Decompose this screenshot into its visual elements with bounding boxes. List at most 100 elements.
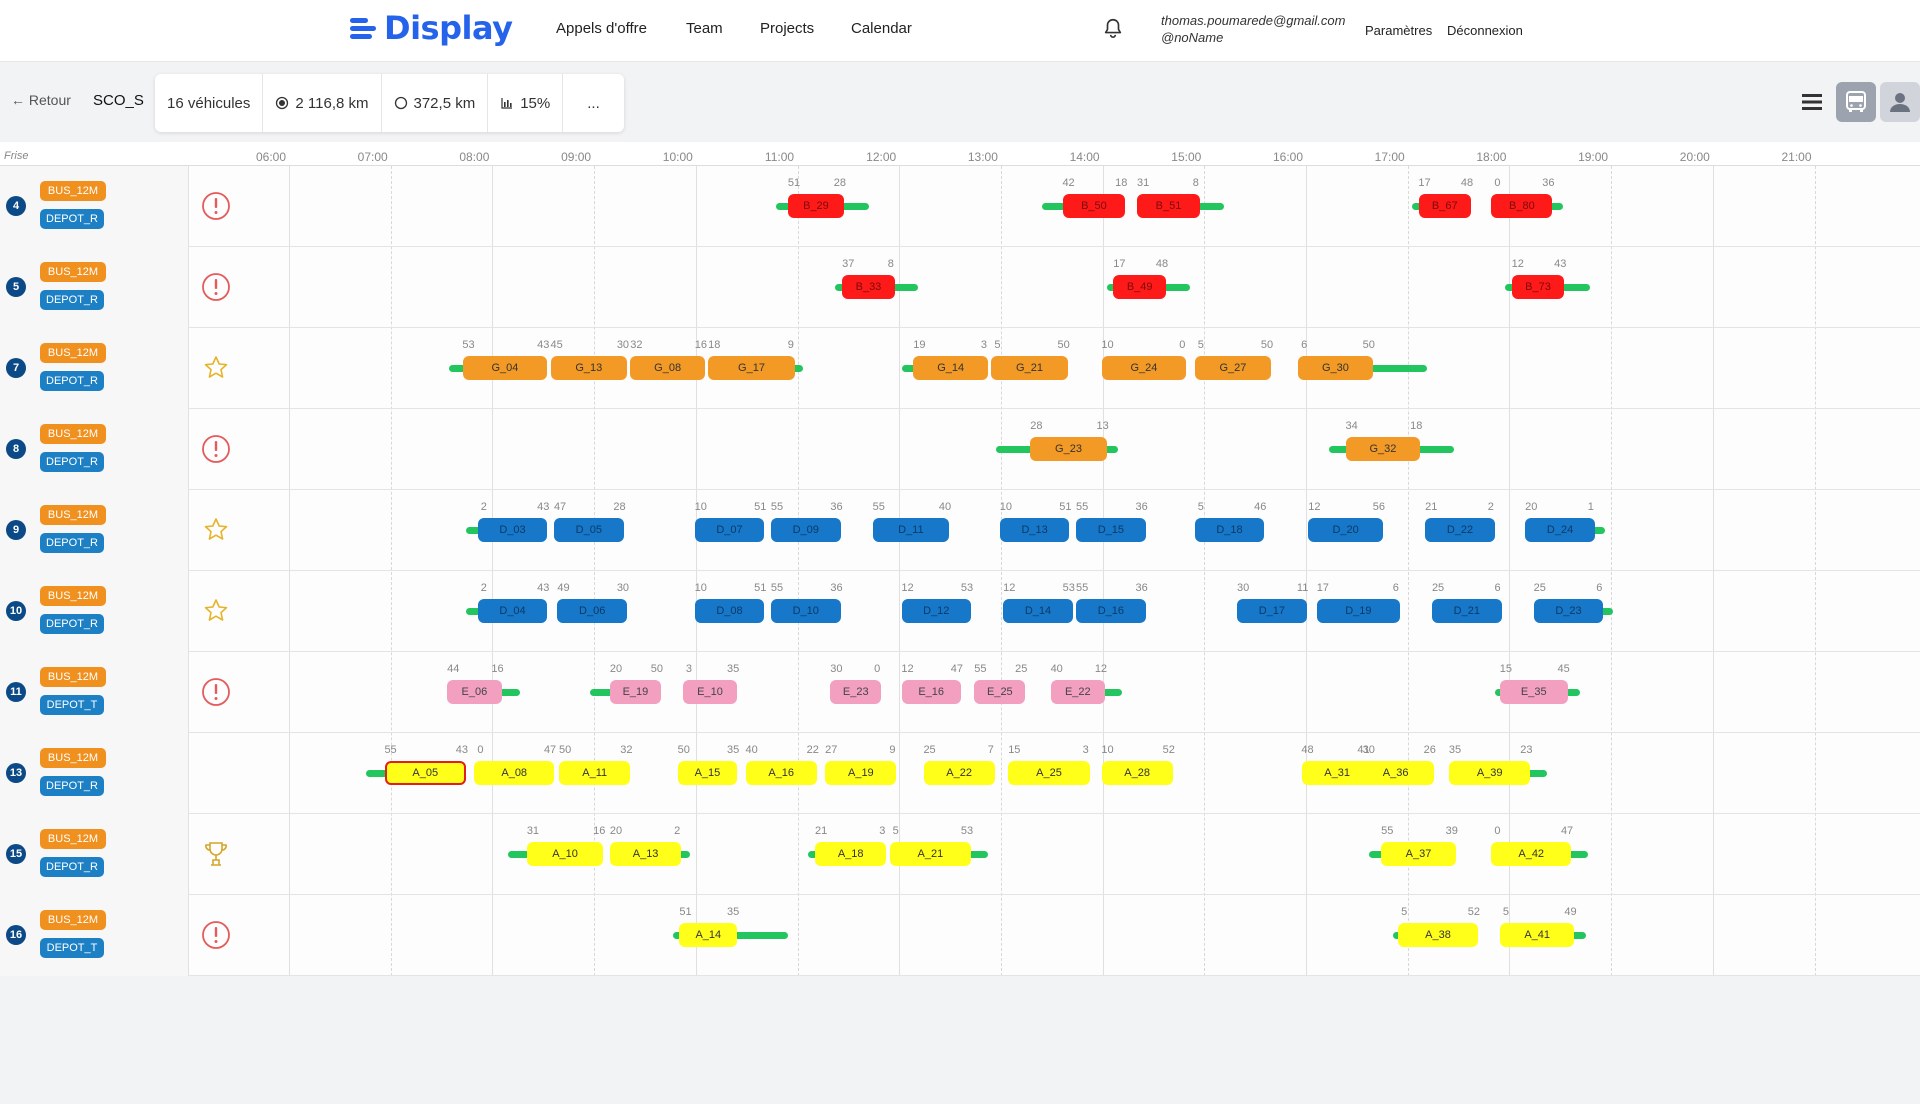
trip-block[interactable]: D_22 bbox=[1425, 518, 1495, 542]
trip-block[interactable]: D_15 bbox=[1076, 518, 1146, 542]
trip-block[interactable]: A_25 bbox=[1008, 761, 1090, 785]
trip-block[interactable]: D_12 bbox=[901, 599, 972, 623]
trip-block[interactable]: A_05 bbox=[384, 761, 466, 785]
logout-link[interactable]: Déconnexion bbox=[1447, 23, 1523, 38]
depot-badge[interactable]: DEPOT_R bbox=[40, 857, 104, 877]
bus-type-badge[interactable]: BUS_12M bbox=[40, 262, 106, 282]
trip-block[interactable]: D_03 bbox=[477, 518, 548, 542]
trip-block[interactable]: D_06 bbox=[557, 599, 627, 623]
trip-block[interactable]: B_80 bbox=[1491, 194, 1553, 218]
trip-block[interactable]: A_39 bbox=[1449, 761, 1531, 785]
trip-block[interactable]: A_37 bbox=[1381, 842, 1456, 866]
bell-icon[interactable] bbox=[1102, 17, 1124, 39]
trip-block[interactable]: D_09 bbox=[771, 518, 841, 542]
trip-block[interactable]: D_11 bbox=[872, 518, 949, 542]
trip-block[interactable]: D_21 bbox=[1432, 599, 1502, 623]
depot-badge[interactable]: DEPOT_R bbox=[40, 371, 104, 391]
trip-block[interactable]: E_22 bbox=[1050, 680, 1105, 704]
nav-link-appels-doffre[interactable]: Appels d'offre bbox=[556, 20, 647, 37]
trip-block[interactable]: D_07 bbox=[694, 518, 765, 542]
trip-block[interactable]: B_51 bbox=[1137, 194, 1200, 218]
trip-block[interactable]: D_19 bbox=[1316, 599, 1400, 623]
trip-block[interactable]: E_10 bbox=[682, 680, 738, 704]
trip-block[interactable]: E_35 bbox=[1499, 680, 1568, 704]
trip-block[interactable]: A_15 bbox=[677, 761, 738, 785]
bus-type-badge[interactable]: BUS_12M bbox=[40, 910, 106, 930]
app-logo[interactable]: Display bbox=[350, 8, 513, 48]
back-link[interactable]: ← Retour bbox=[11, 92, 71, 108]
bus-type-badge[interactable]: BUS_12M bbox=[40, 586, 106, 606]
trip-block[interactable]: A_22 bbox=[923, 761, 995, 785]
trip-block[interactable]: D_08 bbox=[694, 599, 765, 623]
trip-block[interactable]: E_23 bbox=[830, 680, 882, 704]
depot-badge[interactable]: DEPOT_R bbox=[40, 290, 104, 310]
nav-link-projects[interactable]: Projects bbox=[760, 20, 814, 37]
trip-block[interactable]: D_20 bbox=[1308, 518, 1383, 542]
trip-block[interactable]: A_38 bbox=[1398, 923, 1478, 947]
trip-block[interactable]: E_06 bbox=[447, 680, 502, 704]
trip-block[interactable]: A_21 bbox=[889, 842, 972, 866]
trip-block[interactable]: D_13 bbox=[999, 518, 1070, 542]
trip-block[interactable]: B_29 bbox=[787, 194, 844, 218]
trip-block[interactable]: B_50 bbox=[1062, 194, 1126, 218]
bus-type-badge[interactable]: BUS_12M bbox=[40, 424, 106, 444]
bus-type-badge[interactable]: BUS_12M bbox=[40, 181, 106, 201]
trip-block[interactable]: A_41 bbox=[1499, 923, 1575, 947]
trip-block[interactable]: D_05 bbox=[554, 518, 624, 542]
more-button[interactable]: ... bbox=[563, 74, 624, 132]
trip-block[interactable]: B_73 bbox=[1511, 275, 1565, 299]
trip-block[interactable]: A_19 bbox=[825, 761, 897, 785]
trip-block[interactable]: D_24 bbox=[1525, 518, 1595, 542]
trip-block[interactable]: G_30 bbox=[1298, 356, 1373, 380]
bus-type-badge[interactable]: BUS_12M bbox=[40, 748, 106, 768]
trip-block[interactable]: G_04 bbox=[462, 356, 548, 380]
trip-block[interactable]: D_10 bbox=[771, 599, 841, 623]
trip-block[interactable]: E_16 bbox=[901, 680, 961, 704]
trip-block[interactable]: A_14 bbox=[679, 923, 738, 947]
trip-block[interactable]: B_49 bbox=[1113, 275, 1166, 299]
trip-block[interactable]: E_25 bbox=[974, 680, 1026, 704]
trip-block[interactable]: G_17 bbox=[708, 356, 795, 380]
trip-block[interactable]: E_19 bbox=[610, 680, 661, 704]
depot-badge[interactable]: DEPOT_R bbox=[40, 452, 104, 472]
trip-block[interactable]: G_13 bbox=[550, 356, 627, 380]
depot-badge[interactable]: DEPOT_R bbox=[40, 614, 104, 634]
bus-type-badge[interactable]: BUS_12M bbox=[40, 343, 106, 363]
trip-block[interactable]: D_14 bbox=[1003, 599, 1073, 623]
trip-block[interactable]: G_32 bbox=[1345, 437, 1421, 461]
trip-block[interactable]: G_21 bbox=[991, 356, 1068, 380]
person-icon[interactable] bbox=[1880, 82, 1920, 122]
trip-block[interactable]: A_18 bbox=[815, 842, 887, 866]
settings-link[interactable]: Paramètres bbox=[1365, 23, 1432, 38]
trip-block[interactable]: D_23 bbox=[1533, 599, 1604, 623]
depot-badge[interactable]: DEPOT_T bbox=[40, 938, 104, 958]
bus-type-badge[interactable]: BUS_12M bbox=[40, 667, 106, 687]
trip-block[interactable]: G_27 bbox=[1194, 356, 1272, 380]
trip-block[interactable]: D_16 bbox=[1076, 599, 1146, 623]
trip-block[interactable]: G_23 bbox=[1030, 437, 1107, 461]
trip-block[interactable]: D_18 bbox=[1194, 518, 1265, 542]
bus-type-badge[interactable]: BUS_12M bbox=[40, 505, 106, 525]
trip-block[interactable]: A_36 bbox=[1357, 761, 1434, 785]
trip-block[interactable]: A_11 bbox=[559, 761, 631, 785]
bus-icon[interactable] bbox=[1836, 82, 1876, 122]
trip-block[interactable]: A_28 bbox=[1101, 761, 1173, 785]
trip-block[interactable]: A_16 bbox=[745, 761, 817, 785]
nav-link-calendar[interactable]: Calendar bbox=[851, 20, 912, 37]
trip-block[interactable]: G_08 bbox=[630, 356, 705, 380]
depot-badge[interactable]: DEPOT_R bbox=[40, 533, 104, 553]
trip-block[interactable]: D_04 bbox=[477, 599, 548, 623]
bus-type-badge[interactable]: BUS_12M bbox=[40, 829, 106, 849]
trip-block[interactable]: G_14 bbox=[913, 356, 988, 380]
list-icon[interactable] bbox=[1792, 82, 1832, 122]
trip-block[interactable]: G_24 bbox=[1101, 356, 1187, 380]
depot-badge[interactable]: DEPOT_R bbox=[40, 776, 104, 796]
trip-block[interactable]: A_42 bbox=[1491, 842, 1572, 866]
trip-block[interactable]: B_67 bbox=[1418, 194, 1472, 218]
trip-block[interactable]: A_13 bbox=[610, 842, 682, 866]
depot-badge[interactable]: DEPOT_R bbox=[40, 209, 104, 229]
trip-block[interactable]: A_10 bbox=[526, 842, 604, 866]
depot-badge[interactable]: DEPOT_T bbox=[40, 695, 104, 715]
trip-block[interactable]: B_33 bbox=[842, 275, 895, 299]
nav-link-team[interactable]: Team bbox=[686, 20, 723, 37]
